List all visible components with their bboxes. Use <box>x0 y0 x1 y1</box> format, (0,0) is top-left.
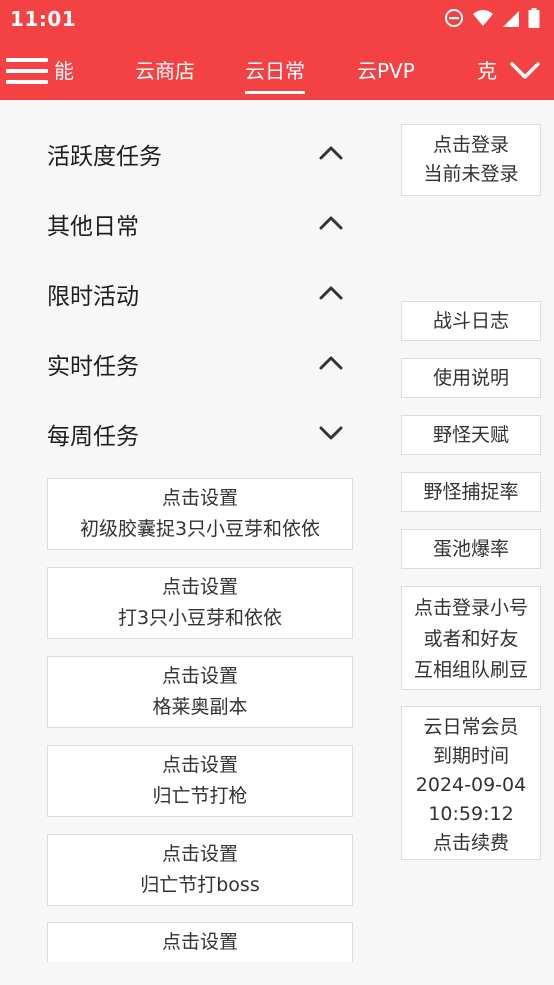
status-icons <box>444 8 540 28</box>
weekly-task-button[interactable]: 点击设置 打3只小豆芽和依依 <box>47 567 353 639</box>
expiry-time: 10:59:12 <box>428 803 514 825</box>
button-label: 蛋池爆率 <box>432 538 509 560</box>
tab-partial[interactable]: 克 <box>477 55 497 84</box>
chevron-down-icon <box>319 426 343 440</box>
section-active-tasks[interactable]: 活跃度任务 <box>0 123 370 183</box>
task-name-label: 归亡节打枪 <box>152 785 248 807</box>
team-up-line: 或者和好友 <box>423 628 519 650</box>
task-action-label: 点击设置 <box>161 843 238 865</box>
team-up-line: 互相组队刷豆 <box>413 659 528 681</box>
login-action-label: 点击登录 <box>432 134 509 156</box>
tab-cloud-pvp[interactable]: 云PVP <box>357 55 415 84</box>
login-button[interactable]: 点击登录 当前未登录 <box>401 124 541 196</box>
login-status-label: 当前未登录 <box>423 163 519 185</box>
section-title: 每周任务 <box>47 424 139 450</box>
battery-icon <box>528 8 540 28</box>
status-time: 11:01 <box>10 7 77 31</box>
task-name-label: 格莱奥副本 <box>152 696 248 718</box>
wifi-icon <box>473 10 493 26</box>
section-other-daily[interactable]: 其他日常 <box>0 193 370 253</box>
chevron-up-icon <box>319 216 343 230</box>
egg-pool-rate-button[interactable]: 蛋池爆率 <box>401 529 541 569</box>
team-up-button[interactable]: 点击登录小号 或者和好友 互相组队刷豆 <box>401 586 541 690</box>
section-title: 其他日常 <box>47 214 139 240</box>
weekly-task-button[interactable]: 点击设置 格莱奥副本 <box>47 656 353 728</box>
menu-icon <box>6 58 48 62</box>
section-limited-events[interactable]: 限时活动 <box>0 263 370 323</box>
task-action-label: 点击设置 <box>161 665 238 687</box>
button-label: 野怪捕捉率 <box>423 481 519 503</box>
weekly-task-button[interactable]: 点击设置 归亡节打枪 <box>47 745 353 817</box>
section-title: 实时任务 <box>47 354 139 380</box>
button-label: 使用说明 <box>432 367 509 389</box>
task-name-label: 初级胶囊捉3只小豆芽和依依 <box>79 518 321 540</box>
section-title: 限时活动 <box>47 284 139 310</box>
tab-dropdown-button[interactable] <box>502 48 548 94</box>
bottom-edge <box>0 962 554 985</box>
do-not-disturb-icon <box>445 9 463 27</box>
menu-icon-bar <box>6 80 48 84</box>
tab-cloud-daily[interactable]: 云日常 <box>245 55 305 94</box>
battle-log-button[interactable]: 战斗日志 <box>401 301 541 341</box>
weekly-task-button[interactable]: 点击设置 初级胶囊捉3只小豆芽和依依 <box>47 478 353 550</box>
section-realtime-tasks[interactable]: 实时任务 <box>0 333 370 393</box>
weekly-task-button[interactable]: 点击设置 归亡节打boss <box>47 834 353 906</box>
chevron-up-icon <box>319 146 343 160</box>
chevron-up-icon <box>319 286 343 300</box>
expiry-date: 2024-09-04 <box>415 774 527 796</box>
monster-talent-button[interactable]: 野怪天赋 <box>401 415 541 455</box>
task-action-label: 点击设置 <box>161 576 238 598</box>
membership-renew-button[interactable]: 云日常会员 到期时间 2024-09-04 10:59:12 点击续费 <box>401 706 541 860</box>
tab-bar: 能 云商店 云日常 云PVP 克 <box>0 38 554 100</box>
menu-icon-bar <box>6 69 48 73</box>
capture-rate-button[interactable]: 野怪捕捉率 <box>401 472 541 512</box>
task-action-label: 点击设置 <box>161 487 238 509</box>
chevron-up-icon <box>319 356 343 370</box>
status-bar: 11:01 <box>0 0 554 38</box>
chevron-down-icon <box>510 62 540 79</box>
signal-icon <box>503 11 519 27</box>
renew-label: 点击续费 <box>432 832 509 854</box>
tab-functions[interactable]: 能 <box>54 55 74 84</box>
task-action-label: 点击设置 <box>161 931 238 953</box>
section-weekly-tasks[interactable]: 每周任务 <box>0 403 370 463</box>
task-name-label: 归亡节打boss <box>140 874 260 896</box>
section-title: 活跃度任务 <box>47 144 162 170</box>
instructions-button[interactable]: 使用说明 <box>401 358 541 398</box>
expiry-label: 到期时间 <box>432 745 509 767</box>
task-action-label: 点击设置 <box>161 754 238 776</box>
team-up-line: 点击登录小号 <box>413 597 528 619</box>
button-label: 战斗日志 <box>432 310 509 332</box>
menu-button[interactable] <box>6 58 50 86</box>
task-name-label: 打3只小豆芽和依依 <box>117 607 283 629</box>
membership-title: 云日常会员 <box>423 716 519 738</box>
button-label: 野怪天赋 <box>432 424 509 446</box>
tab-cloud-shop[interactable]: 云商店 <box>135 55 195 84</box>
